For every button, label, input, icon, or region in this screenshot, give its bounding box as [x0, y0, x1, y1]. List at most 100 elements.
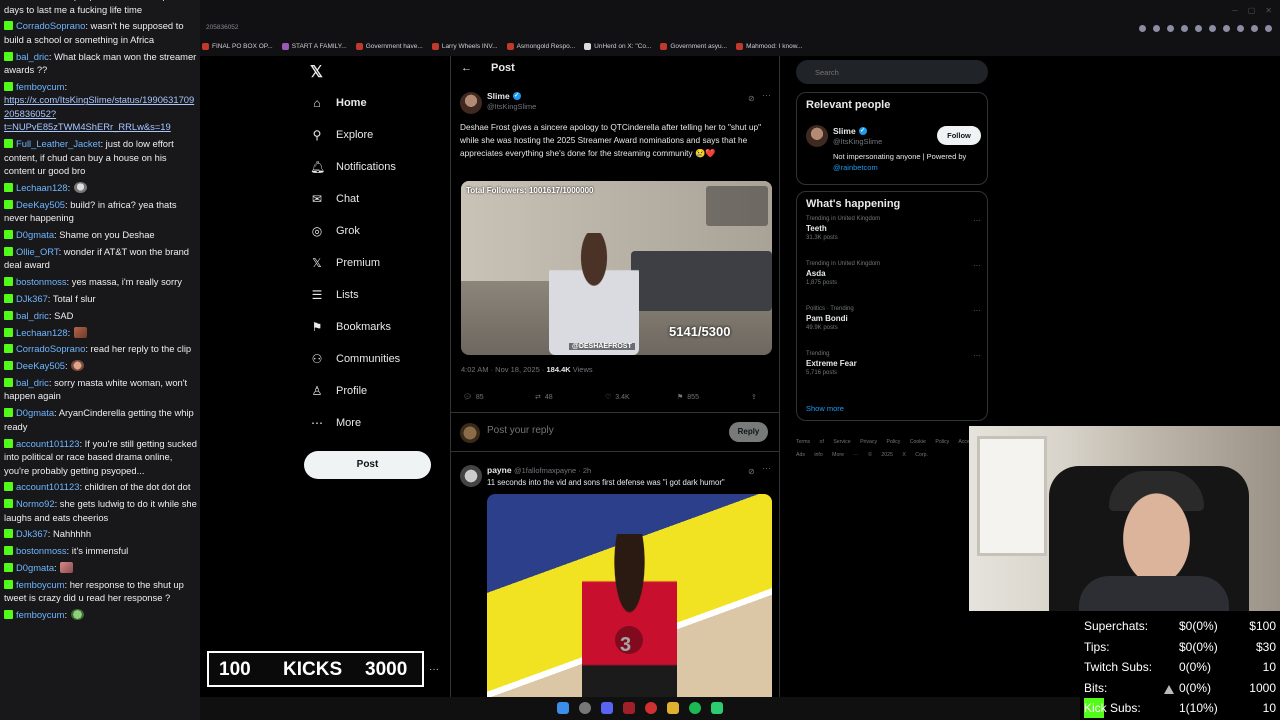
search-icon[interactable]: [1153, 25, 1160, 32]
chat-username[interactable]: Normo92: [16, 498, 55, 509]
back-arrow-icon[interactable]: ←: [461, 62, 472, 74]
folder-icon[interactable]: [667, 702, 679, 714]
relevant-avatar[interactable]: [806, 125, 828, 147]
chat-username[interactable]: Lechaan128: [16, 327, 68, 338]
kicks-more[interactable]: ···: [429, 664, 439, 675]
chat-username[interactable]: account101123: [16, 438, 79, 449]
reply-input[interactable]: [487, 425, 707, 436]
relevant-name[interactable]: Slime ✓: [833, 126, 867, 136]
chat-username[interactable]: bal_dric: [16, 310, 49, 321]
chat-username[interactable]: DJk367: [16, 293, 48, 304]
reply-action[interactable]: 💬︎ 85: [463, 393, 484, 402]
menu-icon[interactable]: [1265, 25, 1272, 32]
bio-link[interactable]: @rainbetcom: [833, 163, 878, 172]
app-icon[interactable]: [623, 702, 635, 714]
repost-action[interactable]: ⇄ 48: [535, 393, 553, 402]
nav-item-grok[interactable]: ◎ Grok: [310, 221, 360, 241]
trend-more-icon[interactable]: ···: [973, 216, 981, 225]
nav-item-premium[interactable]: 𝕏 Premium: [310, 253, 380, 273]
nav-item-lists[interactable]: ☰ Lists: [310, 285, 359, 305]
bookmark-item[interactable]: Larry Wheels INV...: [431, 40, 498, 52]
trend-item[interactable]: Trending in United Kingdom Teeth 31.3K pos…: [806, 216, 981, 241]
trend-more-icon[interactable]: ···: [973, 306, 981, 315]
trend-item[interactable]: Trending Extreme Fear 5,716 posts ···: [806, 351, 981, 376]
nav-item-explore[interactable]: ⚲ Explore: [310, 125, 374, 145]
grok-icon[interactable]: ⊘: [748, 94, 755, 103]
author-handle[interactable]: @ItsKingSlime: [487, 102, 536, 111]
share-action[interactable]: ⇪: [751, 393, 757, 401]
reply-avatar[interactable]: [460, 465, 482, 487]
reply-button[interactable]: Reply: [729, 422, 768, 442]
chat-username[interactable]: bal_dric: [16, 377, 49, 388]
bookmark-item[interactable]: UnHerd on X: "Co...: [584, 40, 651, 52]
bookmark-item[interactable]: START A FAMILY...: [281, 40, 347, 52]
chat-username[interactable]: D0gmata: [16, 562, 54, 573]
bookmark-item[interactable]: Mahmood: I know...: [736, 40, 802, 52]
chat-username[interactable]: femboycum: [16, 579, 64, 590]
audio-icon[interactable]: [1223, 25, 1230, 32]
chat-username[interactable]: CorradoSoprano: [16, 20, 85, 31]
nav-item-chat[interactable]: ✉ Chat: [310, 189, 359, 209]
extension-icon[interactable]: [1167, 25, 1174, 32]
bookmark-item[interactable]: Government asyu...: [660, 40, 727, 52]
play-icon[interactable]: [615, 626, 643, 654]
trend-more-icon[interactable]: ···: [973, 351, 981, 360]
nav-item-communities[interactable]: ⚇ Communities: [310, 349, 401, 369]
nav-item-bookmarks[interactable]: ⚑ Bookmarks: [310, 317, 391, 337]
chat-username[interactable]: D0gmata: [16, 229, 54, 240]
chat-username[interactable]: DeeKay505: [16, 199, 65, 210]
chat-username[interactable]: DJk367: [16, 528, 48, 539]
my-avatar[interactable]: [460, 423, 480, 443]
author-avatar[interactable]: [460, 92, 482, 114]
chat-username[interactable]: DeeKay505: [16, 360, 65, 371]
chat-username[interactable]: D0gmata: [16, 407, 54, 418]
more-options-icon[interactable]: ···: [762, 90, 771, 100]
zoom-icon[interactable]: [1139, 25, 1146, 32]
bookmark-item[interactable]: Asmongold Respo...: [506, 40, 575, 52]
search-icon[interactable]: [579, 702, 591, 714]
trend-item[interactable]: Trending in United Kingdom Asda 1,875 post…: [806, 261, 981, 286]
follow-button[interactable]: Follow: [937, 126, 981, 145]
chat-username[interactable]: bal_dric: [16, 51, 49, 62]
heart-icon[interactable]: [1209, 25, 1216, 32]
nav-item-more[interactable]: ⋯ More: [310, 413, 361, 433]
trend-item[interactable]: Politics · Trending Pam Bondi 49.9K posts ·…: [806, 306, 981, 331]
chat-link[interactable]: https://x.com/ItsKingSlime/status/199063…: [4, 94, 194, 132]
bookmark-item[interactable]: FINAL PO BOX OP...: [202, 40, 273, 52]
start-icon[interactable]: [557, 702, 569, 714]
tweet-media[interactable]: Total Followers: 1001617/1000000 5141/53…: [461, 181, 772, 355]
post-button[interactable]: Post: [304, 451, 431, 479]
chat-username[interactable]: Full_Leather_Jacket: [16, 138, 100, 149]
nav-item-home[interactable]: ⌂ Home: [310, 93, 366, 113]
discord-icon[interactable]: [601, 702, 613, 714]
author-name[interactable]: Slime ✓: [487, 91, 521, 101]
window-controls[interactable]: ─ ▢ ✕: [1232, 6, 1272, 15]
reply-author[interactable]: payne @1fallofmaxpayne · 2h: [487, 465, 591, 475]
reply-video[interactable]: 3: [487, 494, 772, 720]
chat-username[interactable]: CorradoSoprano: [16, 343, 85, 354]
x-logo[interactable]: 𝕏: [310, 62, 323, 82]
like-action[interactable]: ♡ 3.4K: [605, 393, 630, 402]
shield-icon[interactable]: [1181, 25, 1188, 32]
play-icon[interactable]: [1195, 25, 1202, 32]
footer-links[interactable]: Terms of Service Privacy Policy Cookie P…: [796, 436, 990, 462]
show-more-link[interactable]: Show more: [806, 404, 844, 413]
chat-username[interactable]: account101123: [16, 481, 79, 492]
puzzle-icon[interactable]: [1237, 25, 1244, 32]
browser-icon[interactable]: [645, 702, 657, 714]
trend-more-icon[interactable]: ···: [973, 261, 981, 270]
reply-grok-icon[interactable]: ⊘: [748, 467, 755, 476]
reply-more-icon[interactable]: ···: [762, 463, 771, 473]
search-input[interactable]: [796, 60, 988, 84]
bookmark-action[interactable]: ⚑ 855: [677, 393, 699, 402]
chat-username[interactable]: Lechaan128: [16, 182, 68, 193]
nav-item-notifications[interactable]: 🔔︎ Notifications: [310, 157, 396, 177]
spotify-icon[interactable]: [689, 702, 701, 714]
url-fragment[interactable]: 205836052: [206, 24, 239, 31]
relevant-handle[interactable]: @ItsKingSlime: [833, 137, 882, 146]
chat-username[interactable]: bostonmoss: [16, 276, 67, 287]
bookmark-item[interactable]: Government have...: [355, 40, 423, 52]
nav-item-profile[interactable]: ♙ Profile: [310, 381, 368, 401]
chat-username[interactable]: bostonmoss: [16, 545, 67, 556]
chat-username[interactable]: femboycum: [16, 609, 64, 620]
